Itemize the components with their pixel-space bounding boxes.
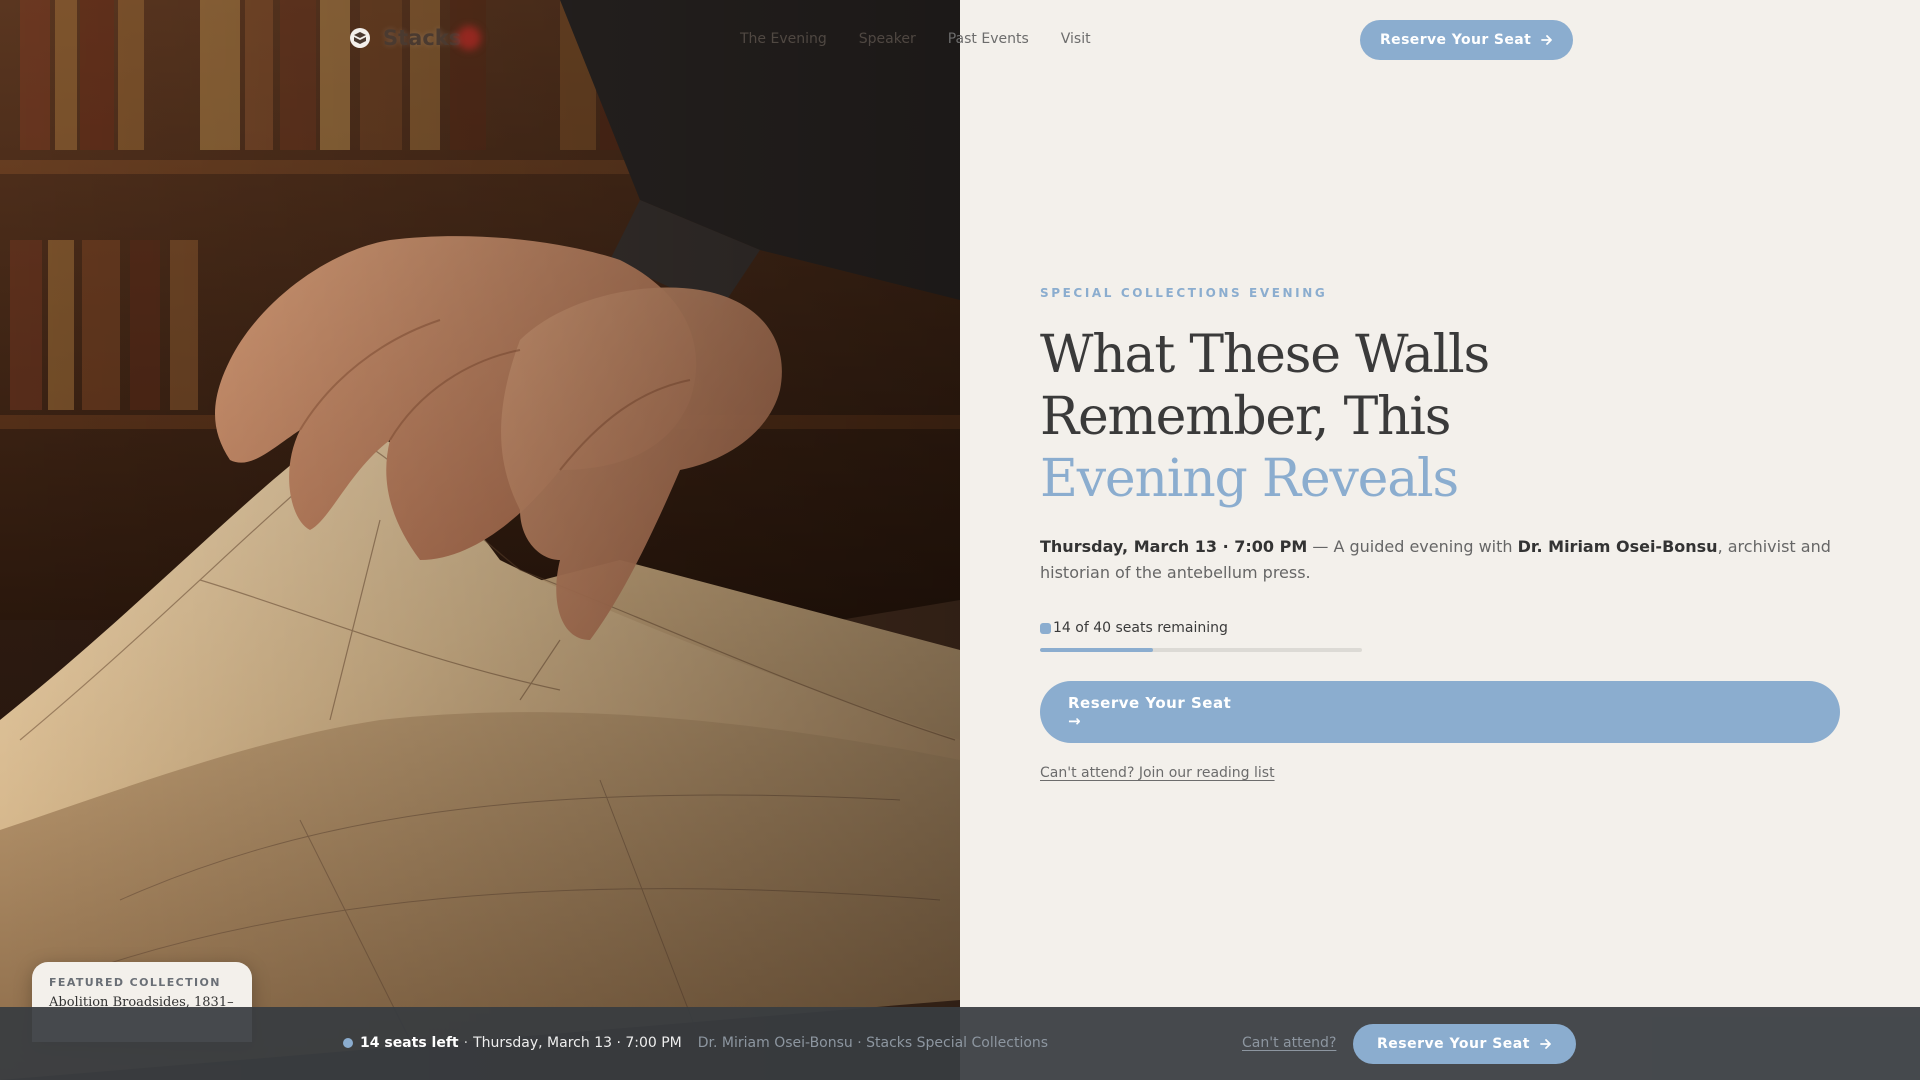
seats-progress-fill — [1040, 648, 1153, 652]
status-dot-icon — [343, 1038, 353, 1048]
headline-line-1: What These Walls — [1040, 325, 1490, 385]
reserve-seat-hero-button[interactable]: Reserve Your Seat → — [1040, 681, 1840, 743]
seal-logo-icon — [350, 28, 370, 48]
headline-accent: Evening Reveals — [1040, 449, 1459, 509]
speaker-name: Dr. Miriam Osei-Bonsu — [1517, 537, 1718, 556]
brand[interactable]: Stacks — [349, 26, 481, 50]
lede-mid: — A guided evening with — [1307, 537, 1518, 556]
reserve-seat-hero-label: Reserve Your Seat — [1068, 694, 1232, 712]
brand-name: Stacks — [383, 26, 462, 50]
nav-link-speaker[interactable]: Speaker — [859, 31, 916, 47]
nav-links: The Evening Speaker Past Events Visit — [740, 31, 1091, 47]
arrow-right-icon: → — [1068, 712, 1082, 730]
page-title: What These Walls Remember, This Evening … — [1040, 324, 1840, 510]
featured-collection-label: FEATURED COLLECTION — [49, 976, 221, 989]
brand-badge — [457, 26, 481, 50]
bar-separator: · — [463, 1035, 469, 1051]
sticky-reservation-bar: 14 seats left · Thursday, March 13 · 7:0… — [0, 1007, 1920, 1080]
event-date-time: Thursday, March 13 · 7:00 PM — [1040, 537, 1308, 556]
reserve-seat-bar-label: Reserve Your Seat — [1377, 1036, 1530, 1052]
top-nav: Stacks The Evening Speaker Past Events V… — [0, 0, 1920, 80]
bar-seats-left: 14 seats left — [360, 1035, 459, 1051]
nav-link-the-evening[interactable]: The Evening — [740, 31, 827, 47]
seats-remaining: 14 of 40 seats remaining — [1040, 620, 1840, 636]
photo-illustration — [0, 0, 960, 1080]
reserve-seat-nav-label: Reserve Your Seat — [1380, 32, 1532, 48]
headline-line-2: Remember, This — [1040, 387, 1451, 447]
arrow-right-icon — [1540, 1039, 1551, 1049]
seats-remaining-text: 14 of 40 seats remaining — [1053, 620, 1228, 636]
seats-progress-bar — [1040, 648, 1362, 652]
hero-photo-archival-map: FEATURED COLLECTION Abolition Broadsides… — [0, 0, 960, 1080]
bar-date-time: Thursday, March 13 · 7:00 PM — [473, 1035, 682, 1051]
reading-list-link[interactable]: Can't attend? Join our reading list — [1040, 765, 1275, 781]
reserve-seat-nav-button[interactable]: Reserve Your Seat — [1360, 20, 1574, 60]
nav-link-past-events[interactable]: Past Events — [948, 31, 1029, 47]
event-description: Thursday, March 13 · 7:00 PM — A guided … — [1040, 534, 1840, 586]
arrow-right-icon — [1541, 35, 1553, 45]
bar-host: Dr. Miriam Osei-Bonsu · Stacks Special C… — [697, 1035, 1049, 1051]
bar-event-summary: 14 seats left · Thursday, March 13 · 7:0… — [343, 1035, 1048, 1051]
nav-link-visit[interactable]: Visit — [1061, 31, 1091, 47]
hero-content: SPECIAL COLLECTIONS EVENING What These W… — [1040, 286, 1840, 781]
cant-attend-link[interactable]: Can't attend? — [1242, 1035, 1336, 1051]
seats-indicator-icon — [1040, 622, 1051, 634]
hero-eyebrow: SPECIAL COLLECTIONS EVENING — [1040, 286, 1328, 300]
reserve-seat-bar-button[interactable]: Reserve Your Seat — [1353, 1024, 1576, 1064]
